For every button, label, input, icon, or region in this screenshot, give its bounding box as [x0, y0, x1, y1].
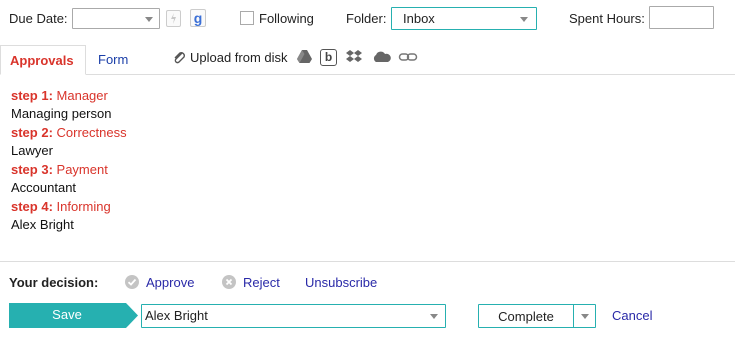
chevron-down-icon: [430, 314, 438, 319]
folder-label: Folder:: [346, 11, 387, 26]
step-3-assignee: Accountant: [11, 180, 77, 195]
save-button[interactable]: Save: [9, 303, 138, 328]
approve-link[interactable]: Approve: [146, 275, 194, 290]
tab-approvals[interactable]: Approvals: [0, 45, 86, 75]
step-3-number: step 3:: [11, 162, 53, 177]
reject-x-icon: [222, 275, 236, 289]
step-4-name: Informing: [56, 199, 111, 214]
tab-approvals-label: Approvals: [10, 53, 74, 68]
tabs-divider: [86, 74, 735, 75]
due-date-label: Due Date:: [9, 11, 68, 26]
step-4-number: step 4:: [11, 199, 53, 214]
complete-dropdown-toggle[interactable]: [574, 305, 596, 327]
check-circle-icon: [125, 275, 139, 289]
onedrive-cloud-icon[interactable]: [371, 50, 391, 64]
your-decision-label: Your decision:: [9, 275, 99, 290]
complete-button[interactable]: Complete: [479, 309, 573, 324]
google-icon[interactable]: g: [190, 9, 206, 27]
step-4-heading: step 4: Informing: [11, 199, 111, 214]
step-2-number: step 2:: [11, 125, 53, 140]
assignee-value: Alex Bright: [145, 308, 208, 323]
step-3-name: Payment: [56, 162, 108, 177]
spent-hours-input[interactable]: [649, 6, 714, 29]
chevron-down-icon: [145, 17, 153, 22]
cancel-link[interactable]: Cancel: [612, 308, 652, 323]
assignee-select[interactable]: Alex Bright: [141, 304, 446, 328]
decision-divider: [0, 261, 735, 262]
paperclip-icon: [171, 49, 187, 65]
box-icon[interactable]: b: [320, 49, 337, 66]
upload-from-disk-link[interactable]: Upload from disk: [190, 50, 288, 65]
due-date-input[interactable]: [72, 8, 160, 29]
step-3-heading: step 3: Payment: [11, 162, 108, 177]
step-4-assignee: Alex Bright: [11, 217, 74, 232]
folder-select[interactable]: Inbox: [391, 7, 537, 30]
step-1-name: Manager: [56, 88, 108, 103]
spent-hours-label: Spent Hours:: [569, 11, 645, 26]
following-label: Following: [259, 11, 314, 26]
folder-value: Inbox: [403, 11, 435, 26]
chevron-down-icon: [520, 17, 528, 22]
tab-form[interactable]: Form: [98, 52, 128, 67]
link-icon[interactable]: [398, 50, 418, 64]
step-2-assignee: Lawyer: [11, 143, 53, 158]
save-button-label: Save: [52, 307, 82, 322]
google-drive-icon[interactable]: [296, 49, 313, 64]
step-1-assignee: Managing person: [11, 106, 112, 121]
unsubscribe-link[interactable]: Unsubscribe: [305, 275, 377, 290]
reject-link[interactable]: Reject: [243, 275, 280, 290]
step-1-heading: step 1: Manager: [11, 88, 108, 103]
step-2-heading: step 2: Correctness: [11, 125, 127, 140]
following-checkbox[interactable]: [240, 11, 254, 25]
step-1-number: step 1:: [11, 88, 53, 103]
dropbox-icon[interactable]: [345, 49, 363, 65]
lightning-icon[interactable]: [166, 10, 181, 27]
complete-split-button: Complete: [478, 304, 596, 328]
step-2-name: Correctness: [56, 125, 127, 140]
chevron-down-icon: [581, 314, 589, 319]
